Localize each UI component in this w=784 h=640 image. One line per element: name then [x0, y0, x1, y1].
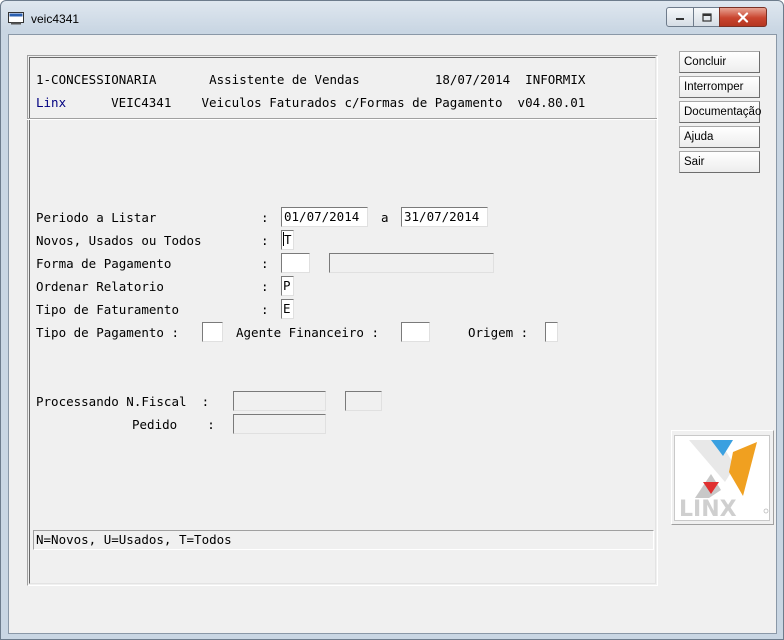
concluir-button[interactable]: Concluir [679, 51, 760, 73]
periodo-to-input[interactable]: 31/07/2014 [401, 207, 488, 227]
novos-value: T [284, 232, 292, 247]
header-line-2: VEIC4341 Veiculos Faturados c/Formas de … [66, 95, 586, 110]
forma-colon: : [261, 256, 269, 271]
agente-financeiro-input[interactable] [401, 322, 430, 342]
sair-button[interactable]: Sair [679, 151, 760, 173]
linx-logo-icon: LINX [679, 440, 769, 522]
forma-input[interactable] [281, 253, 310, 273]
linx-logo-text: LINX [679, 497, 737, 520]
app-window-icon [8, 12, 24, 25]
title-bar[interactable]: veic4341 [1, 1, 783, 35]
ajuda-button[interactable]: Ajuda [679, 126, 760, 148]
tipo-pagamento-label: Tipo de Pagamento : [36, 325, 179, 340]
close-button[interactable] [719, 7, 767, 27]
pedido-field [233, 414, 326, 434]
tipo-faturamento-colon: : [261, 302, 269, 317]
client-area: 1-CONCESSIONARIA Assistente de Vendas 18… [8, 34, 777, 634]
forma-label: Forma de Pagamento [36, 256, 172, 271]
origem-label: Origem : [468, 325, 529, 340]
ordenar-input[interactable]: P [281, 276, 294, 296]
periodo-label: Periodo a Listar [36, 210, 157, 225]
origem-input[interactable] [545, 322, 558, 342]
novos-colon: : [261, 233, 269, 248]
linx-logo: LINX [674, 435, 770, 522]
periodo-colon: : [261, 210, 269, 225]
brand-label: Linx [36, 95, 67, 110]
app-window: veic4341 1-CONCESSIONARIA Assistente de … [0, 0, 784, 640]
tipo-faturamento-input[interactable]: E [281, 299, 294, 319]
close-icon [737, 11, 749, 23]
tipo-pagamento-input[interactable] [202, 322, 223, 342]
processando-nf-field [233, 391, 326, 411]
header-separator [27, 118, 657, 120]
agente-financeiro-label: Agente Financeiro : [236, 325, 379, 340]
documentacao-button[interactable]: Documentação [679, 101, 761, 123]
interromper-button[interactable]: Interromper [679, 76, 760, 98]
maximize-icon [701, 12, 712, 22]
hint-text: N=Novos, U=Usados, T=Todos [36, 532, 232, 547]
tipo-faturamento-label: Tipo de Faturamento [36, 302, 179, 317]
main-panel [27, 55, 658, 586]
periodo-from-input[interactable]: 01/07/2014 [281, 207, 368, 227]
forma-description-field [329, 253, 494, 273]
header-line-1: 1-CONCESSIONARIA Assistente de Vendas 18… [36, 72, 586, 87]
ordenar-label: Ordenar Relatorio [36, 279, 164, 294]
novos-input[interactable]: T [281, 230, 294, 250]
minimize-icon [676, 18, 684, 20]
novos-label: Novos, Usados ou Todos [36, 233, 202, 248]
processando-serie-field [345, 391, 382, 411]
periodo-a-label: a [381, 210, 389, 225]
processando-label: Processando N.Fiscal : [36, 394, 210, 409]
window-title: veic4341 [31, 12, 80, 26]
pedido-label: Pedido : [132, 417, 215, 432]
ordenar-colon: : [261, 279, 269, 294]
maximize-button[interactable] [693, 7, 720, 27]
minimize-button[interactable] [666, 7, 694, 27]
